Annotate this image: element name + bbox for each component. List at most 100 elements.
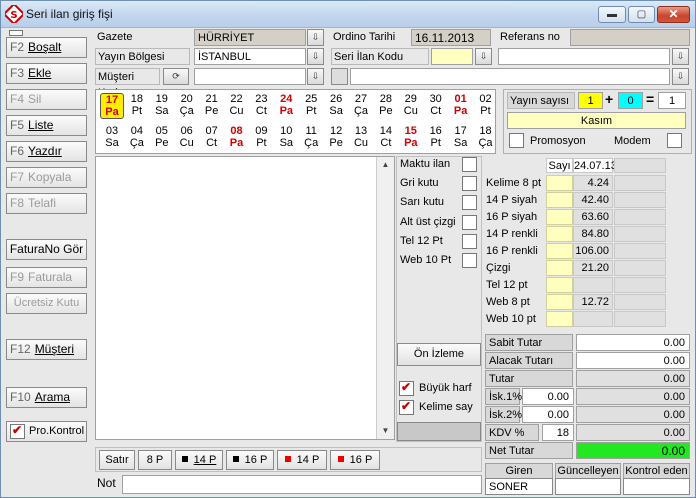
calendar-day[interactable]: 18 Pt	[125, 93, 149, 117]
yazdir-button[interactable]: F6 Yazdır	[6, 141, 87, 162]
calendar-day[interactable]: 26 Sa	[324, 93, 348, 117]
calendar-day[interactable]: 21 Pe	[200, 93, 224, 117]
calendar-day[interactable]: 17 Pa	[100, 93, 124, 119]
faturano-gor-button[interactable]: FaturaNo Gör	[6, 239, 87, 260]
on-izleme-button[interactable]: Ön İzleme	[397, 343, 481, 366]
scroll-up-icon[interactable]: ▲	[377, 157, 394, 173]
calendar-day[interactable]: 13 Cu	[349, 125, 373, 149]
price-row-count[interactable]	[546, 226, 573, 242]
modem-checkbox[interactable]	[667, 133, 682, 148]
calendar-day[interactable]: 28 Pe	[374, 93, 398, 117]
calendar-day[interactable]: 27 Ça	[349, 93, 373, 117]
calendar-day[interactable]: 24 Pa	[274, 93, 298, 117]
ucretsiz-kutu-button[interactable]: Ücretsiz Kutu	[6, 293, 87, 314]
calendar-day[interactable]: 17 Sa	[449, 125, 473, 149]
kopyala-button[interactable]: F7 Kopyala	[6, 167, 87, 188]
8p-button[interactable]: 8 P	[138, 450, 172, 470]
price-row-count[interactable]	[546, 311, 573, 327]
calendar-day[interactable]: 07 Ct	[200, 125, 224, 149]
musteri-name-field[interactable]	[350, 68, 670, 85]
calendar-day[interactable]: 10 Sa	[274, 125, 298, 149]
price-row-count[interactable]	[546, 294, 573, 310]
yayin-sayisi-a-field[interactable]: 1	[578, 92, 603, 109]
calendar-day[interactable]: 19 Sa	[150, 93, 174, 117]
price-row-count[interactable]	[546, 192, 573, 208]
musteri-kodu-field[interactable]	[194, 68, 306, 85]
14p-black-button[interactable]: 14 P	[175, 450, 223, 470]
option-checkbox[interactable]	[462, 195, 477, 211]
seri-ilan-kodu-dropdown-icon[interactable]: ⇩	[475, 48, 492, 65]
musteri-name-dropdown-icon[interactable]: ⇩	[672, 68, 689, 85]
calendar-day[interactable]: 16 Pt	[424, 125, 448, 149]
calendar-day[interactable]: 05 Pe	[150, 125, 174, 149]
isk2-percent-field[interactable]: 0.00	[522, 406, 574, 423]
option-checkbox[interactable]	[462, 157, 477, 172]
liste-button[interactable]: F5 Liste	[6, 115, 87, 136]
calendar-day[interactable]: 15 Pa	[399, 125, 423, 149]
calendar-day[interactable]: 08 Pa	[225, 125, 249, 149]
scroll-down-icon[interactable]: ▼	[377, 423, 394, 439]
yayin-sayisi-b-field[interactable]: 0	[618, 92, 643, 109]
ad-text-scrollbar[interactable]: ▲ ▼	[376, 157, 394, 439]
price-row-count[interactable]	[546, 260, 573, 276]
promosyon-checkbox[interactable]	[509, 133, 524, 148]
yayin-bolgesi-field[interactable]: İSTANBUL	[194, 48, 306, 65]
maximize-button[interactable]: ▢	[628, 6, 655, 23]
telafi-button[interactable]: F8 Telafi	[6, 193, 87, 214]
price-row-count[interactable]	[546, 209, 573, 225]
musteri-button[interactable]: F12 Müşteri	[6, 339, 87, 360]
calendar-day[interactable]: 03 Sa	[100, 125, 124, 149]
16p-red-button[interactable]: 16 P	[330, 450, 380, 470]
calendar-day[interactable]: 12 Pe	[324, 125, 348, 149]
alacak-tutari-value[interactable]: 0.00	[576, 352, 690, 369]
musteri-extra-checkbox[interactable]	[331, 68, 348, 85]
option-checkbox[interactable]	[462, 214, 477, 230]
14p-red-button[interactable]: 14 P	[277, 450, 327, 470]
option-checkbox[interactable]	[462, 233, 477, 249]
pro-kontrol-checkbox[interactable]	[10, 423, 25, 439]
not-field[interactable]	[122, 475, 482, 494]
option-checkbox[interactable]	[462, 176, 477, 192]
calendar-day[interactable]: 09 Pt	[249, 125, 273, 149]
price-row-count[interactable]	[546, 277, 573, 293]
price-row-count[interactable]	[546, 175, 573, 191]
isk1-percent-field[interactable]: 0.00	[522, 388, 574, 405]
calendar-day[interactable]: 30 Ct	[424, 93, 448, 117]
pro-kontrol-toggle[interactable]: Pro.Kontrol	[6, 421, 87, 442]
sil-button[interactable]: F4 Sil	[6, 89, 87, 110]
bosalt-button[interactable]: F2 Boşalt	[6, 37, 87, 58]
arama-button[interactable]: F10 Arama	[6, 387, 87, 408]
buyuk-harf-checkbox[interactable]	[399, 380, 414, 396]
ad-text-area[interactable]	[95, 156, 395, 440]
sabit-tutar-value[interactable]: 0.00	[576, 334, 690, 351]
calendar-day[interactable]: 02 Pt	[474, 93, 498, 117]
calendar-day[interactable]: 23 Ct	[249, 93, 273, 117]
close-button[interactable]: ✕	[657, 6, 690, 23]
ekle-button[interactable]: F3 Ekle	[6, 63, 87, 84]
referans-no-field[interactable]	[570, 29, 690, 46]
seri-ilan-desc-field[interactable]	[498, 48, 670, 65]
option-checkbox[interactable]	[462, 253, 477, 268]
ordino-tarihi-field[interactable]: 16.11.2013	[411, 29, 491, 46]
yayin-bolgesi-dropdown-icon[interactable]: ⇩	[307, 48, 324, 65]
refresh-icon[interactable]: ⟳	[163, 68, 189, 85]
calendar-day[interactable]: 04 Ça	[125, 125, 149, 149]
kdv-percent-field[interactable]: 18	[542, 424, 574, 441]
faturala-button[interactable]: F9 Faturala	[6, 267, 87, 288]
calendar-day[interactable]: 25 Pt	[299, 93, 323, 117]
seri-ilan-kodu-field[interactable]	[431, 48, 473, 65]
musteri-kodu-dropdown-icon[interactable]: ⇩	[307, 68, 324, 85]
calendar-day[interactable]: 06 Cu	[175, 125, 199, 149]
calendar-day[interactable]: 22 Cu	[225, 93, 249, 117]
seri-ilan-desc-dropdown-icon[interactable]: ⇩	[672, 48, 689, 65]
price-row-count[interactable]	[546, 243, 573, 259]
calendar-day[interactable]: 01 Pa	[449, 93, 473, 117]
calendar-day[interactable]: 18 Ça	[474, 125, 498, 149]
16p-black-button[interactable]: 16 P	[226, 450, 274, 470]
calendar-day[interactable]: 20 Ça	[175, 93, 199, 117]
gazete-field[interactable]: HÜRRİYET	[194, 29, 306, 46]
minimize-button[interactable]: ▬	[598, 6, 626, 23]
satir-button[interactable]: Satır	[99, 450, 135, 470]
calendar-day[interactable]: 14 Ct	[374, 125, 398, 149]
kelime-say-checkbox[interactable]	[399, 399, 414, 415]
